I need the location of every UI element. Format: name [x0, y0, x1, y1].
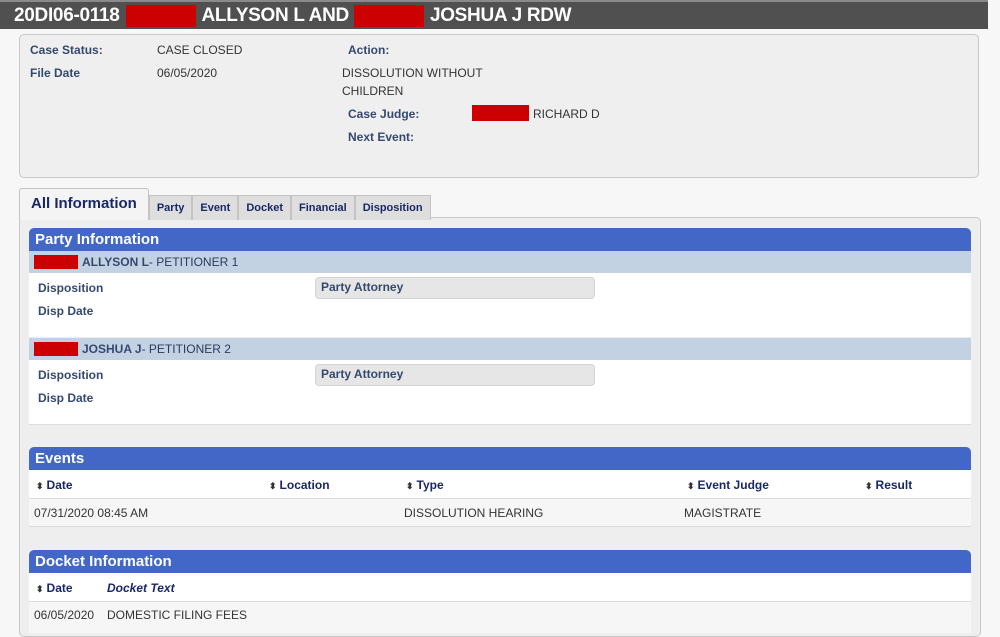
docket-information-header: Docket Information [29, 550, 971, 573]
action-label: Action: [348, 43, 390, 57]
party-row-2: JOSHUA J - PETITIONER 2 [29, 338, 971, 360]
disp-date-label: Disp Date [38, 304, 94, 318]
redaction-block [34, 255, 78, 269]
sort-icon: ⬍ [36, 481, 44, 491]
case-summary-panel: Case Status: CASE CLOSED File Date 06/05… [19, 34, 979, 178]
sort-icon: ⬍ [406, 481, 414, 491]
case-party-1: ALLYSON L AND [201, 4, 350, 26]
tab-docket[interactable]: Docket [238, 195, 292, 220]
file-date-label: File Date [30, 66, 81, 80]
case-judge-label: Case Judge: [348, 107, 420, 121]
party-attorney-field: Party Attorney [315, 364, 595, 386]
table-row: 07/31/2020 08:45 AM DISSOLUTION HEARING … [29, 499, 971, 526]
party-attorney-field: Party Attorney [315, 277, 595, 299]
case-party-2: JOSHUA J RDW [429, 4, 572, 26]
case-judge-value: RICHARD D [533, 107, 600, 121]
file-date-value: 06/05/2020 [157, 66, 218, 80]
party-details-1: Disposition Disp Date Party Attorney [29, 273, 971, 337]
tab-all-information[interactable]: All Information [19, 188, 149, 220]
event-judge: MAGISTRATE [684, 506, 762, 520]
case-status-value: CASE CLOSED [157, 43, 243, 57]
party-name: JOSHUA J [82, 342, 142, 356]
case-status-label: Case Status: [30, 43, 103, 57]
disposition-label: Disposition [38, 281, 104, 295]
disp-date-label: Disp Date [38, 391, 94, 405]
sort-icon: ⬍ [687, 481, 695, 491]
party-information-header: Party Information [29, 228, 971, 251]
tab-event[interactable]: Event [192, 195, 239, 220]
redaction-block [472, 105, 529, 121]
tab-bar: All Information Party Event Docket Finan… [19, 188, 431, 220]
event-type: DISSOLUTION HEARING [404, 506, 544, 520]
tab-financial[interactable]: Financial [291, 195, 355, 220]
party-name: ALLYSON L [82, 255, 149, 269]
sort-icon: ⬍ [865, 481, 873, 491]
docket-col-text: Docket Text [107, 581, 175, 595]
events-col-result[interactable]: ⬍ Result [865, 478, 912, 492]
sort-icon: ⬍ [36, 584, 44, 594]
sort-icon: ⬍ [269, 481, 277, 491]
case-title-bar: 20DI06-0118 ALLYSON L AND JOSHUA J RDW [0, 0, 988, 29]
redaction-block [34, 342, 78, 356]
docket-text: DOMESTIC FILING FEES [107, 608, 248, 622]
party-details-2: Disposition Disp Date Party Attorney [29, 360, 971, 425]
events-col-event-judge[interactable]: ⬍ Event Judge [687, 478, 769, 492]
event-date: 07/31/2020 08:45 AM [34, 506, 149, 520]
events-col-location[interactable]: ⬍ Location [269, 478, 330, 492]
docket-date: 06/05/2020 [34, 608, 95, 622]
disposition-label: Disposition [38, 368, 104, 382]
action-value-line2: CHILDREN [342, 84, 404, 98]
redaction-block [353, 4, 424, 27]
events-header: Events [29, 447, 971, 470]
docket-table: ⬍ Date Docket Text 06/05/2020 DOMESTIC FI… [29, 573, 971, 633]
next-event-label: Next Event: [348, 130, 415, 144]
action-value-line1: DISSOLUTION WITHOUT [342, 66, 483, 80]
tab-disposition[interactable]: Disposition [354, 195, 431, 220]
tab-party[interactable]: Party [148, 195, 193, 220]
events-table: ⬍ Date ⬍ Location ⬍ Type ⬍ Event Judge ⬍ Resu… [29, 470, 971, 527]
events-col-date[interactable]: ⬍ Date [36, 478, 73, 492]
events-col-type[interactable]: ⬍ Type [406, 478, 444, 492]
table-row: 06/05/2020 DOMESTIC FILING FEES [29, 602, 971, 633]
party-role: - PETITIONER 2 [141, 342, 231, 356]
case-number: 20DI06-0118 [14, 4, 120, 26]
redaction-block [125, 4, 196, 27]
party-row-1: ALLYSON L - PETITIONER 1 [29, 251, 971, 273]
docket-col-date[interactable]: ⬍ Date [36, 581, 73, 595]
party-role: - PETITIONER 1 [148, 255, 239, 269]
